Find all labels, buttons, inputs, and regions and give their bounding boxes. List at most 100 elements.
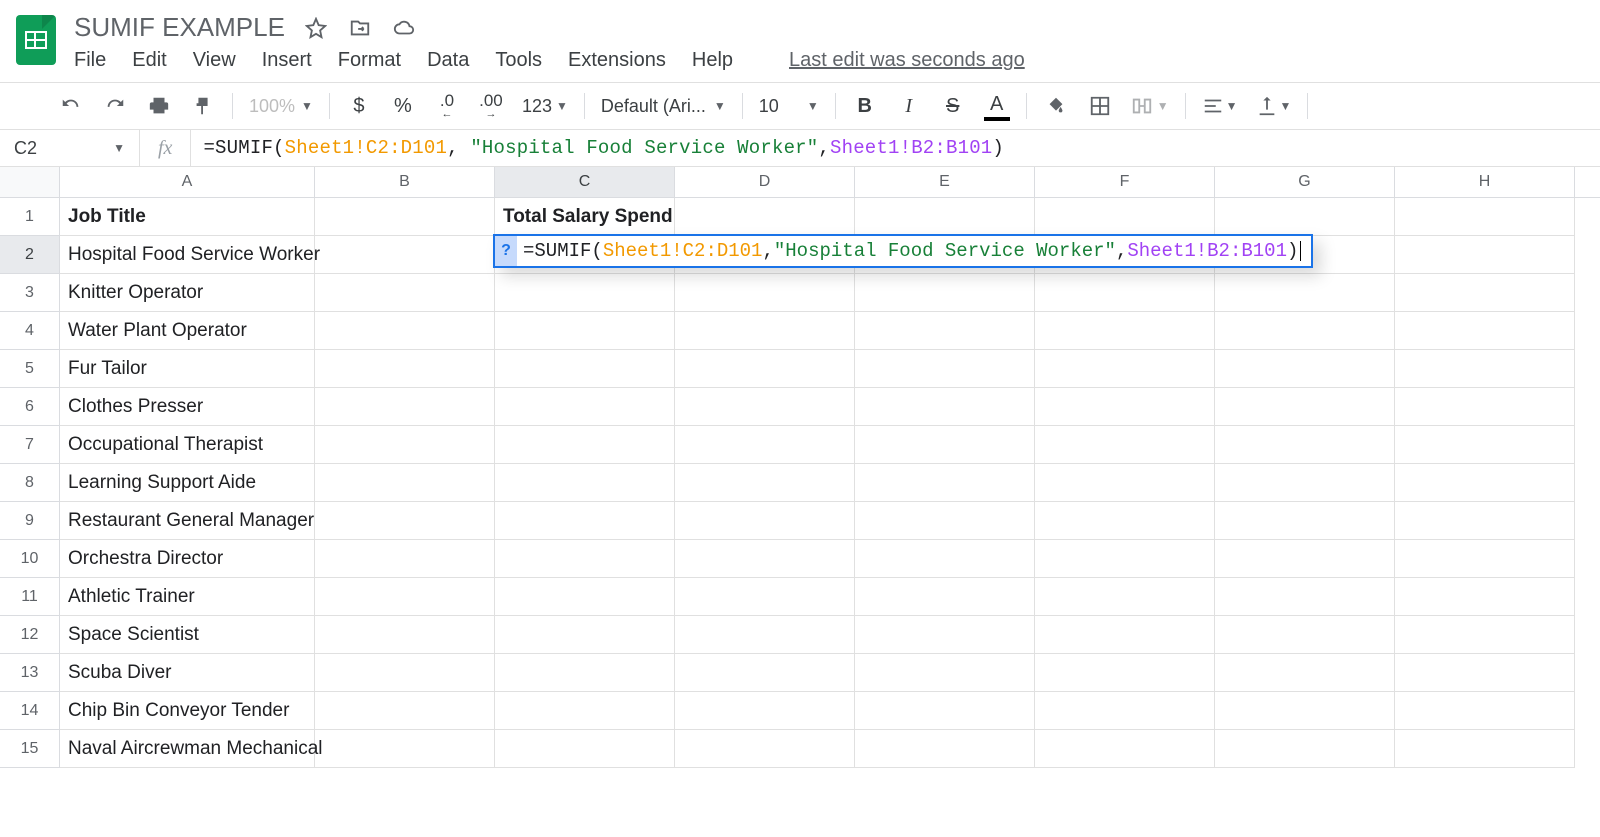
menu-view[interactable]: View xyxy=(193,49,236,72)
cell[interactable] xyxy=(1035,540,1215,578)
borders-button[interactable] xyxy=(1087,93,1113,119)
cell[interactable]: Restaurant General Manager xyxy=(60,502,315,540)
font-size-select[interactable]: 10▼ xyxy=(759,96,819,117)
formula-input[interactable]: =SUMIF(Sheet1!C2:D101, "Hospital Food Se… xyxy=(191,137,1600,159)
cell[interactable] xyxy=(1395,654,1575,692)
cell[interactable] xyxy=(1395,388,1575,426)
cell[interactable] xyxy=(675,274,855,312)
cell[interactable]: Clothes Presser xyxy=(60,388,315,426)
cell[interactable] xyxy=(855,198,1035,236)
cell[interactable] xyxy=(1215,312,1395,350)
strikethrough-button[interactable]: S xyxy=(940,93,966,119)
menu-insert[interactable]: Insert xyxy=(262,49,312,72)
column-header[interactable]: B xyxy=(315,167,495,197)
cell[interactable] xyxy=(1215,350,1395,388)
cell[interactable] xyxy=(315,578,495,616)
column-header[interactable]: H xyxy=(1395,167,1575,197)
vertical-align-button[interactable]: ▼ xyxy=(1256,93,1292,119)
cell[interactable] xyxy=(315,540,495,578)
row-header[interactable]: 8 xyxy=(0,464,60,502)
cell[interactable]: Fur Tailor xyxy=(60,350,315,388)
cell[interactable] xyxy=(1035,730,1215,768)
bold-button[interactable]: B xyxy=(852,93,878,119)
cell[interactable] xyxy=(495,350,675,388)
cell[interactable] xyxy=(1395,616,1575,654)
cell[interactable] xyxy=(675,502,855,540)
cell[interactable] xyxy=(675,540,855,578)
cell[interactable] xyxy=(1215,616,1395,654)
cell[interactable] xyxy=(495,388,675,426)
text-color-button[interactable]: A xyxy=(984,93,1010,119)
menu-data[interactable]: Data xyxy=(427,49,469,72)
row-header[interactable]: 4 xyxy=(0,312,60,350)
column-header[interactable]: E xyxy=(855,167,1035,197)
menu-edit[interactable]: Edit xyxy=(132,49,166,72)
cell[interactable] xyxy=(1395,692,1575,730)
column-header[interactable]: C xyxy=(495,167,675,197)
format-currency-button[interactable]: $ xyxy=(346,93,372,119)
cell[interactable] xyxy=(1215,502,1395,540)
cell[interactable] xyxy=(855,540,1035,578)
cell[interactable]: Learning Support Aide xyxy=(60,464,315,502)
cell[interactable] xyxy=(495,312,675,350)
row-header[interactable]: 1 xyxy=(0,198,60,236)
increase-decimal-button[interactable]: .00→ xyxy=(478,93,504,119)
cell[interactable]: Naval Aircrewman Mechanical xyxy=(60,730,315,768)
move-icon[interactable] xyxy=(347,15,373,41)
format-percent-button[interactable]: % xyxy=(390,93,416,119)
cell[interactable] xyxy=(1035,692,1215,730)
undo-button[interactable] xyxy=(58,93,84,119)
cell[interactable] xyxy=(495,464,675,502)
cell[interactable] xyxy=(1035,426,1215,464)
column-header[interactable]: D xyxy=(675,167,855,197)
cell[interactable] xyxy=(675,350,855,388)
row-header[interactable]: 13 xyxy=(0,654,60,692)
row-header[interactable]: 12 xyxy=(0,616,60,654)
cloud-status-icon[interactable] xyxy=(391,15,417,41)
cell[interactable] xyxy=(315,274,495,312)
cell[interactable] xyxy=(1215,692,1395,730)
cell[interactable]: Space Scientist xyxy=(60,616,315,654)
cell[interactable] xyxy=(495,654,675,692)
cell[interactable] xyxy=(855,730,1035,768)
cell[interactable]: Occupational Therapist xyxy=(60,426,315,464)
cell[interactable]: Knitter Operator xyxy=(60,274,315,312)
cell[interactable] xyxy=(855,578,1035,616)
cell[interactable] xyxy=(495,540,675,578)
cell[interactable] xyxy=(315,730,495,768)
cell[interactable]: Scuba Diver xyxy=(60,654,315,692)
cell[interactable] xyxy=(855,692,1035,730)
row-header[interactable]: 10 xyxy=(0,540,60,578)
document-title[interactable]: SUMIF EXAMPLE xyxy=(74,12,285,43)
sheets-logo[interactable] xyxy=(8,12,64,68)
cell[interactable] xyxy=(315,654,495,692)
row-header[interactable]: 15 xyxy=(0,730,60,768)
cell[interactable] xyxy=(855,616,1035,654)
select-all-corner[interactable] xyxy=(0,167,60,197)
decrease-decimal-button[interactable]: .0← xyxy=(434,93,460,119)
name-box[interactable]: C2 ▼ xyxy=(0,130,140,166)
cell[interactable] xyxy=(1215,540,1395,578)
menu-help[interactable]: Help xyxy=(692,49,733,72)
cell[interactable] xyxy=(1035,388,1215,426)
cell[interactable] xyxy=(675,578,855,616)
cell[interactable] xyxy=(1215,730,1395,768)
cell[interactable] xyxy=(675,388,855,426)
menu-format[interactable]: Format xyxy=(338,49,401,72)
cell[interactable] xyxy=(1395,350,1575,388)
cell[interactable] xyxy=(855,350,1035,388)
column-header[interactable]: A xyxy=(60,167,315,197)
cell[interactable] xyxy=(1035,502,1215,540)
menu-extensions[interactable]: Extensions xyxy=(568,49,666,72)
cell[interactable] xyxy=(1395,312,1575,350)
cell[interactable] xyxy=(495,730,675,768)
row-header[interactable]: 2 xyxy=(0,236,60,274)
cell[interactable] xyxy=(675,426,855,464)
cell[interactable] xyxy=(315,464,495,502)
cell[interactable] xyxy=(1215,654,1395,692)
cell[interactable] xyxy=(315,312,495,350)
cell[interactable] xyxy=(495,502,675,540)
cell[interactable] xyxy=(675,730,855,768)
last-edit-link[interactable]: Last edit was seconds ago xyxy=(789,49,1025,72)
cells-area[interactable]: Job TitleTotal Salary SpendHospital Food… xyxy=(60,198,1600,768)
